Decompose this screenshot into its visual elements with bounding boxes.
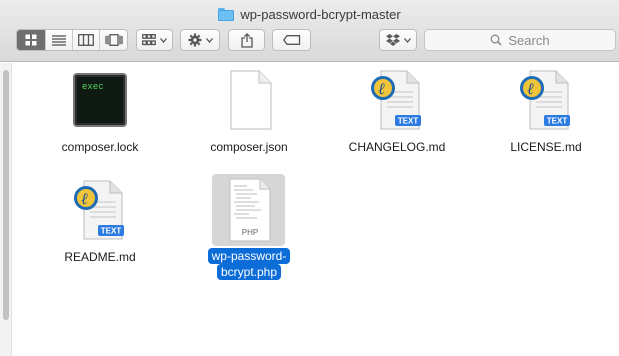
share-button[interactable] <box>228 29 265 51</box>
svg-text:ℓ: ℓ <box>378 79 385 98</box>
coverflow-view-button[interactable] <box>100 30 127 50</box>
tags-button[interactable] <box>272 29 311 51</box>
file-name: README.md <box>64 250 136 264</box>
chevron-down-icon <box>160 37 167 43</box>
list-view-icon <box>52 34 66 46</box>
php-document-icon: PHP <box>217 178 281 242</box>
arrange-button[interactable] <box>136 29 173 51</box>
dropbox-button[interactable] <box>379 29 417 51</box>
svg-text:TEXT: TEXT <box>398 117 419 126</box>
chevron-down-icon <box>205 37 213 43</box>
file-item-composer-lock[interactable]: exec composer.lock <box>40 70 160 154</box>
vertical-scrollbar[interactable] <box>3 70 9 320</box>
column-view-button[interactable] <box>73 30 100 50</box>
coverflow-view-icon <box>104 34 123 46</box>
svg-text:ℓ: ℓ <box>527 79 534 98</box>
svg-text:TEXT: TEXT <box>101 227 122 236</box>
gear-icon <box>188 33 201 47</box>
exec-file-icon: exec <box>68 70 132 134</box>
svg-text:TEXT: TEXT <box>547 117 568 126</box>
file-name-line-1: wp-password- <box>207 248 291 264</box>
file-name-line-2: bcrypt.php <box>216 264 282 280</box>
tag-icon <box>282 35 300 45</box>
file-item-composer-json[interactable]: composer.json <box>189 70 309 154</box>
folder-icon <box>218 7 235 21</box>
window-title: wp-password-bcrypt-master <box>0 5 619 23</box>
search-placeholder: Search <box>508 32 550 48</box>
svg-text:PHP: PHP <box>242 228 258 237</box>
file-name: composer.lock <box>61 140 139 154</box>
search-icon <box>490 34 502 46</box>
arrange-grid-icon <box>142 34 156 46</box>
text-document-icon: ℓ TEXT <box>514 70 578 134</box>
file-item-license[interactable]: ℓ TEXT LICENSE.md <box>486 70 606 154</box>
file-name: CHANGELOG.md <box>348 140 446 154</box>
search-field[interactable]: Search <box>424 29 616 51</box>
text-document-icon: ℓ TEXT <box>68 180 132 244</box>
blank-document-icon <box>217 70 281 134</box>
file-name-selected: wp-password- bcrypt.php <box>189 248 309 280</box>
file-name: composer.json <box>210 140 288 154</box>
list-view-button[interactable] <box>46 30 73 50</box>
svg-text:ℓ: ℓ <box>81 189 88 208</box>
action-button[interactable] <box>180 29 220 51</box>
file-item-readme[interactable]: ℓ TEXT README.md <box>40 180 160 264</box>
icon-view-button[interactable] <box>17 30 46 50</box>
window-title-text: wp-password-bcrypt-master <box>240 6 401 22</box>
text-document-icon: ℓ TEXT <box>365 70 429 134</box>
exec-label: exec <box>82 82 104 92</box>
file-item-wp-password-bcrypt[interactable]: PHP wp-password- bcrypt.php <box>189 178 309 280</box>
icon-view-icon <box>25 34 37 46</box>
window-toolbar: wp-password-bcrypt-master Search <box>0 0 619 62</box>
file-name: LICENSE.md <box>510 140 582 154</box>
chevron-down-icon <box>403 37 411 43</box>
column-view-icon <box>78 34 94 46</box>
view-mode-control <box>16 29 128 51</box>
file-item-changelog[interactable]: ℓ TEXT CHANGELOG.md <box>337 70 457 154</box>
dropbox-icon <box>385 33 400 46</box>
share-icon <box>240 32 253 48</box>
